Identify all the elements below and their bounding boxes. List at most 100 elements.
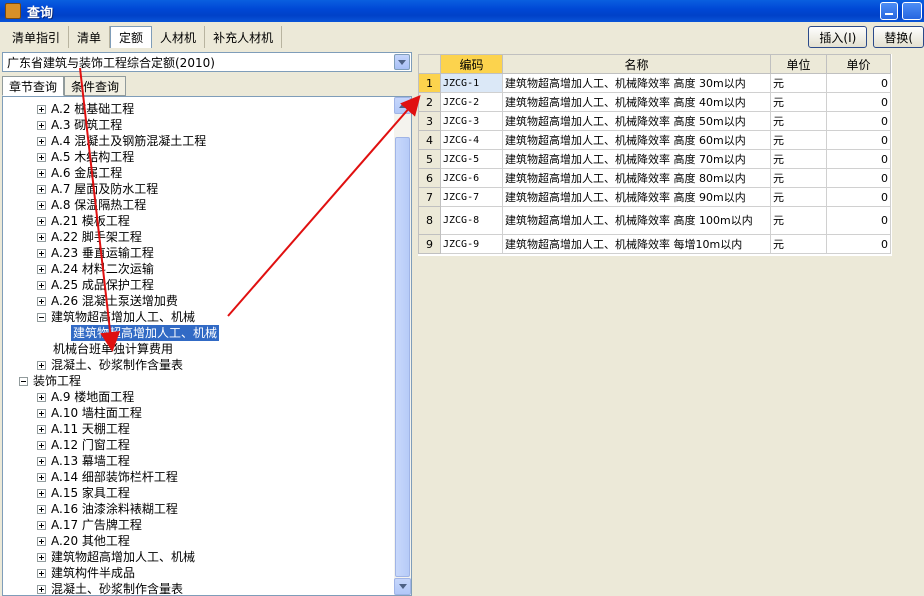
expand-icon[interactable] — [37, 104, 46, 114]
main-tabs: 清单指引 清单 定额 人材机 补充人材机 插入(I) 替换( — [0, 22, 924, 48]
app-icon — [5, 3, 21, 19]
expand-icon[interactable] — [37, 488, 46, 498]
tree-item[interactable]: A.22 脚手架工程 — [3, 229, 395, 245]
tab-chapter-query[interactable]: 章节查询 — [2, 76, 65, 96]
tree-item[interactable]: A.2 桩基础工程 — [3, 101, 395, 117]
expand-icon[interactable] — [37, 216, 46, 226]
table-row[interactable]: 5 JZCG-5 建筑物超高增加人工、机械降效率 高度 70m以内元 0 — [418, 149, 891, 169]
tree-item[interactable]: A.11 天棚工程 — [3, 421, 395, 437]
window-title: 查询 — [27, 5, 54, 21]
tree-item[interactable]: A.4 混凝土及钢筋混凝土工程 — [3, 133, 395, 149]
tree-item[interactable]: A.17 广告牌工程 — [3, 517, 395, 533]
expand-icon[interactable] — [37, 584, 46, 594]
expand-icon[interactable] — [37, 424, 46, 434]
title-bar: 查询 — [0, 0, 924, 22]
table-row[interactable]: 6 JZCG-6 建筑物超高增加人工、机械降效率 高度 80m以内元 0 — [418, 168, 891, 188]
scroll-down-icon[interactable] — [394, 578, 411, 595]
minimize-button[interactable] — [880, 2, 898, 20]
tree-item[interactable]: A.14 细部装饰栏杆工程 — [3, 469, 395, 485]
tree-item[interactable]: A.8 保温隔热工程 — [3, 197, 395, 213]
insert-button[interactable]: 插入(I) — [808, 26, 868, 48]
expand-icon[interactable] — [37, 232, 46, 242]
collapse-icon[interactable] — [19, 376, 28, 386]
table-row[interactable]: 9 JZCG-9 建筑物超高增加人工、机械降效率 每增10m以内元 0 — [418, 234, 891, 254]
table-row[interactable]: 2 JZCG-2 建筑物超高增加人工、机械降效率 高度 40m以内元 0 — [418, 92, 891, 112]
expand-icon[interactable] — [37, 168, 46, 178]
expand-icon[interactable] — [37, 552, 46, 562]
tree-item[interactable]: A.7 屋面及防水工程 — [3, 181, 395, 197]
tree-item[interactable]: A.24 材料二次运输 — [3, 261, 395, 277]
tab-quota[interactable]: 定额 — [110, 26, 153, 48]
tree-item[interactable]: 建筑物超高增加人工、机械 — [3, 549, 395, 565]
left-panel: 广东省建筑与装饰工程综合定额(2010) 章节查询 条件查询 A.2 桩基础工程… — [0, 50, 416, 596]
expand-icon[interactable] — [37, 520, 46, 530]
tab-condition-query[interactable]: 条件查询 — [64, 76, 127, 96]
tree-item[interactable]: 建筑构件半成品 — [3, 565, 395, 581]
tab-materials[interactable]: 人材机 — [152, 26, 206, 48]
tree-item[interactable]: A.12 门窗工程 — [3, 437, 395, 453]
expand-icon[interactable] — [37, 152, 46, 162]
tree-item[interactable]: A.9 楼地面工程 — [3, 389, 395, 405]
chevron-down-icon[interactable] — [394, 54, 410, 70]
tree-scrollbar[interactable] — [394, 97, 411, 595]
expand-icon[interactable] — [37, 456, 46, 466]
tree-item[interactable]: A.26 混凝土泵送增加费 — [3, 293, 395, 309]
name-header[interactable]: 名称 — [502, 54, 771, 74]
tab-list-guide[interactable]: 清单指引 — [4, 26, 70, 48]
code-header[interactable]: 编码 — [440, 54, 503, 74]
tree-item[interactable]: A.20 其他工程 — [3, 533, 395, 549]
tree-item[interactable]: A.25 成品保护工程 — [3, 277, 395, 293]
expand-icon[interactable] — [37, 120, 46, 130]
maximize-button[interactable] — [902, 2, 922, 20]
expand-icon[interactable] — [37, 136, 46, 146]
expand-icon[interactable] — [37, 264, 46, 274]
tree-item[interactable]: A.23 垂直运输工程 — [3, 245, 395, 261]
chapter-tree[interactable]: A.2 桩基础工程 A.3 砌筑工程 A.4 混凝土及钢筋混凝土工程 A.5 木… — [2, 96, 412, 596]
expand-icon[interactable] — [37, 440, 46, 450]
tree-item[interactable]: 混凝土、砂浆制作含量表 — [3, 581, 395, 595]
expand-icon[interactable] — [37, 568, 46, 578]
table-row[interactable]: 4 JZCG-4 建筑物超高增加人工、机械降效率 高度 60m以内元 0 — [418, 130, 891, 150]
scroll-thumb[interactable] — [395, 137, 410, 577]
tree-item[interactable]: 混凝土、砂浆制作含量表 — [3, 357, 395, 373]
expand-icon[interactable] — [37, 184, 46, 194]
expand-icon[interactable] — [37, 408, 46, 418]
expand-icon[interactable] — [37, 472, 46, 482]
tree-item[interactable]: A.10 墙柱面工程 — [3, 405, 395, 421]
unit-header[interactable]: 单位 — [770, 54, 827, 74]
collapse-icon[interactable] — [37, 312, 46, 322]
table-row[interactable]: 8 JZCG-8 建筑物超高增加人工、机械降效率 高度 100m以内元 0 — [418, 206, 891, 235]
quota-select[interactable]: 广东省建筑与装饰工程综合定额(2010) — [2, 52, 412, 72]
expand-icon[interactable] — [37, 248, 46, 258]
expand-icon[interactable] — [37, 392, 46, 402]
replace-button[interactable]: 替换( — [873, 26, 924, 48]
price-header[interactable]: 单价 — [826, 54, 891, 74]
expand-icon[interactable] — [37, 504, 46, 514]
row-number-header — [418, 54, 441, 74]
table-row[interactable]: 3 JZCG-3 建筑物超高增加人工、机械降效率 高度 50m以内元 0 — [418, 111, 891, 131]
tab-extra-materials[interactable]: 补充人材机 — [205, 26, 283, 48]
tree-item[interactable]: 机械台班单独计算费用 — [3, 341, 395, 357]
table-row[interactable]: 7 JZCG-7 建筑物超高增加人工、机械降效率 高度 90m以内元 0 — [418, 187, 891, 207]
table-row[interactable]: 1 JZCG-1 建筑物超高增加人工、机械降效率 高度 30m以内元 0 — [418, 73, 891, 93]
query-tabs: 章节查询 条件查询 — [2, 76, 127, 96]
expand-icon[interactable] — [37, 200, 46, 210]
expand-icon[interactable] — [37, 296, 46, 306]
tree-item[interactable]: A.15 家具工程 — [3, 485, 395, 501]
quota-grid: 编码 名称 单位 单价 1 JZCG-1 建筑物超高增加人工、机械降效率 高度 30… — [418, 54, 892, 256]
expand-icon[interactable] — [37, 536, 46, 546]
expand-icon[interactable] — [37, 280, 46, 290]
tree-item[interactable]: A.5 木结构工程 — [3, 149, 395, 165]
expand-icon[interactable] — [37, 360, 46, 370]
tab-list[interactable]: 清单 — [69, 26, 111, 48]
tree-item-expanded[interactable]: 建筑物超高增加人工、机械 — [3, 309, 395, 325]
tree-item-selected[interactable]: 建筑物超高增加人工、机械 — [3, 325, 395, 341]
tree-item[interactable]: A.3 砌筑工程 — [3, 117, 395, 133]
tree-item[interactable]: A.16 油漆涂料裱糊工程 — [3, 501, 395, 517]
quota-select-value: 广东省建筑与装饰工程综合定额(2010) — [7, 55, 215, 70]
tree-item[interactable]: A.6 金属工程 — [3, 165, 395, 181]
tree-item[interactable]: A.13 幕墙工程 — [3, 453, 395, 469]
tree-item-expanded[interactable]: 装饰工程 — [3, 373, 395, 389]
scroll-up-icon[interactable] — [394, 97, 411, 114]
tree-item[interactable]: A.21 模板工程 — [3, 213, 395, 229]
